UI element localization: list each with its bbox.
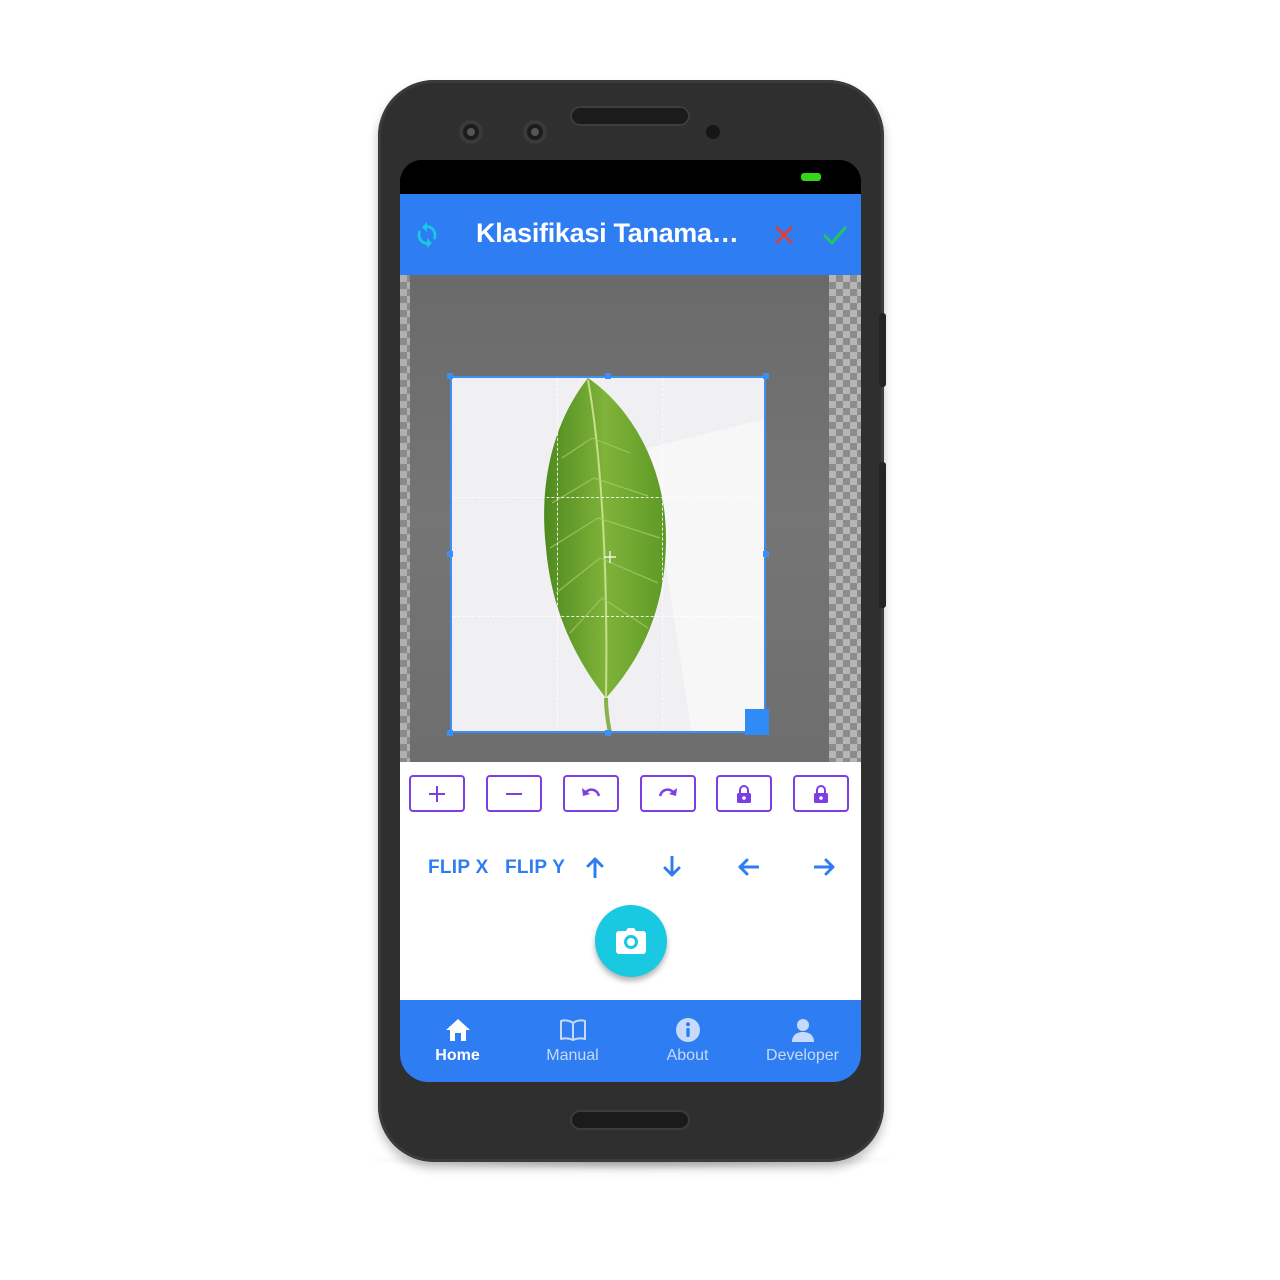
- lock-button[interactable]: [793, 775, 849, 812]
- arrow-left-icon: [738, 858, 759, 876]
- nav-label-home: Home: [435, 1047, 480, 1064]
- crop-rectangle[interactable]: [450, 376, 766, 733]
- move-left-button[interactable]: [735, 854, 761, 880]
- arrow-up-icon: [586, 857, 604, 878]
- handle-top[interactable]: [605, 373, 611, 379]
- close-icon[interactable]: [769, 220, 799, 250]
- battery-icon: [801, 173, 821, 181]
- proximity-sensor: [706, 125, 720, 139]
- nav-item-home[interactable]: Home: [400, 1016, 515, 1065]
- handle-right[interactable]: [763, 551, 769, 557]
- zoom-out-button[interactable]: [486, 775, 542, 812]
- resize-handle[interactable]: [745, 709, 769, 735]
- crop-editor[interactable]: [400, 275, 861, 762]
- move-down-button[interactable]: [659, 854, 685, 880]
- rotate-left-icon: [582, 787, 601, 796]
- handle-bottom[interactable]: [605, 730, 611, 736]
- front-camera-icon: [459, 120, 483, 144]
- move-right-button[interactable]: [812, 854, 838, 880]
- rotate-left-button[interactable]: [563, 775, 619, 812]
- lock-aspect-button[interactable]: [716, 775, 772, 812]
- earpiece-speaker: [570, 106, 690, 126]
- crosshair-icon: [604, 551, 616, 563]
- handle-top-left[interactable]: [447, 373, 453, 379]
- zoom-in-button[interactable]: [409, 775, 465, 812]
- app-bar: Klasifikasi Tanaman Herbal: [400, 194, 861, 275]
- power-button: [879, 313, 886, 387]
- handle-left[interactable]: [447, 551, 453, 557]
- status-bar: [400, 160, 861, 194]
- volume-button: [879, 462, 886, 608]
- person-icon: [791, 1019, 814, 1042]
- camera-icon: [616, 928, 646, 954]
- check-icon[interactable]: [820, 220, 850, 250]
- rotate-right-icon: [658, 787, 677, 796]
- app-screen: Klasifikasi Tanaman Herbal: [400, 160, 861, 1082]
- arrow-right-icon: [814, 858, 835, 876]
- page-title: Klasifikasi Tanaman Herbal: [476, 218, 746, 248]
- info-icon: [675, 1018, 700, 1042]
- handle-top-right[interactable]: [763, 373, 769, 379]
- minus-icon: [506, 792, 522, 795]
- move-up-button[interactable]: [582, 854, 608, 880]
- nav-item-developer[interactable]: Developer: [745, 1016, 860, 1065]
- grid-line-vertical-2: [662, 378, 663, 731]
- arrow-down-icon: [663, 856, 681, 877]
- bottom-speaker: [570, 1110, 690, 1130]
- camera-button[interactable]: [595, 905, 667, 977]
- bottom-navigation: Home Manual About Developer: [400, 1000, 861, 1082]
- book-icon: [559, 1019, 586, 1041]
- home-icon: [445, 1019, 470, 1041]
- flip-y-button[interactable]: FLIP Y: [505, 857, 565, 879]
- grid-line-horizontal-1: [452, 497, 764, 498]
- nav-label-about: About: [666, 1047, 709, 1064]
- controls-panel: FLIP X FLIP Y: [400, 762, 861, 1000]
- nav-label-manual: Manual: [546, 1047, 599, 1064]
- flip-x-button[interactable]: FLIP X: [428, 857, 489, 879]
- nav-item-about[interactable]: About: [630, 1016, 745, 1065]
- grid-line-vertical-1: [557, 378, 558, 731]
- nav-item-manual[interactable]: Manual: [515, 1016, 630, 1065]
- lock-aspect-icon: [737, 784, 751, 803]
- grid-line-horizontal-2: [452, 616, 764, 617]
- transparent-area-left: [400, 275, 410, 762]
- rotate-right-button[interactable]: [640, 775, 696, 812]
- transparent-area-right: [829, 275, 861, 762]
- refresh-icon[interactable]: [412, 220, 442, 250]
- handle-bottom-left[interactable]: [447, 730, 453, 736]
- nav-label-developer: Developer: [766, 1047, 839, 1064]
- lock-icon: [814, 784, 828, 803]
- plus-icon: [429, 785, 445, 802]
- front-camera-2-icon: [523, 120, 547, 144]
